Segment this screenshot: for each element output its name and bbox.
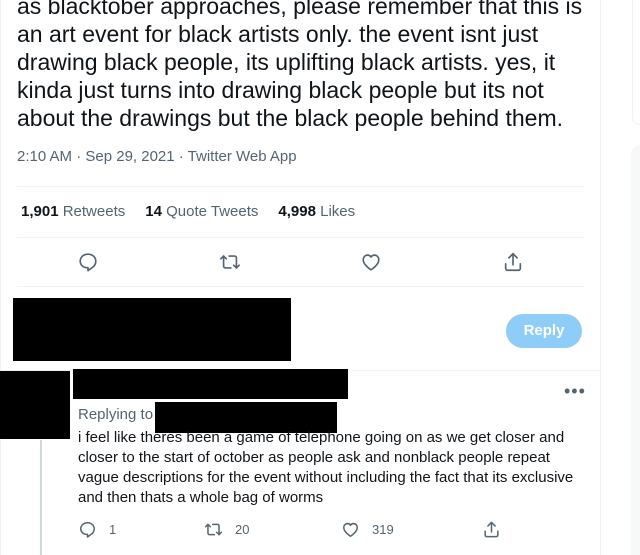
retweets-label: Retweets: [62, 203, 126, 220]
like-count: 319: [372, 521, 394, 537]
reply-icon[interactable]: [77, 251, 101, 275]
like-icon[interactable]: [360, 251, 384, 275]
likes-label: Likes: [320, 203, 356, 220]
reply-tweet-actions: 1 20 319: [0, 519, 600, 541]
reply-tweet-text: i feel like theres been a game of teleph…: [78, 429, 574, 506]
retweet-icon: [204, 523, 223, 535]
divider: [17, 237, 584, 238]
like-icon: [343, 522, 358, 537]
divider: [17, 286, 584, 287]
likes-stat[interactable]: 4,998 Likes: [278, 203, 355, 220]
sidebar-card: [632, 0, 640, 125]
reply-action[interactable]: 1: [78, 519, 116, 539]
retweet-count: 20: [235, 521, 250, 537]
retweet-icon[interactable]: [219, 251, 243, 275]
reply-count: 1: [109, 521, 117, 537]
reply-icon: [80, 521, 95, 538]
sidebar-card: [631, 145, 640, 555]
tweet-stats: 1,901 Retweets 14 Quote Tweets 4,998 Lik…: [21, 203, 375, 220]
retweets-count: 1,901: [21, 203, 59, 220]
quote-tweets-stat[interactable]: 14 Quote Tweets: [145, 203, 258, 220]
likes-count: 4,998: [278, 203, 316, 220]
redaction-box: [73, 369, 348, 399]
divider: [17, 186, 584, 187]
share-icon: [484, 521, 499, 537]
tweet-actions: [0, 251, 600, 275]
retweet-action[interactable]: 20: [204, 519, 249, 539]
timeline-right-border: [600, 0, 601, 555]
like-action[interactable]: 319: [341, 519, 394, 539]
reply-button[interactable]: Reply: [506, 314, 582, 348]
quotes-count: 14: [145, 203, 162, 220]
timeline-left-border: [0, 0, 1, 555]
share-action[interactable]: [482, 519, 513, 539]
tweet-text: as blacktober approaches, please remembe…: [17, 0, 583, 131]
retweets-stat[interactable]: 1,901 Retweets: [21, 203, 125, 220]
quotes-label: Quote Tweets: [166, 203, 259, 220]
redaction-box: [0, 371, 70, 439]
more-options-icon[interactable]: •••: [564, 382, 585, 404]
replying-to-label: Replying to: [78, 406, 154, 423]
share-icon[interactable]: [502, 251, 526, 275]
tweet-timestamp[interactable]: 2:10 AM · Sep 29, 2021 · Twitter Web App: [17, 148, 297, 165]
redaction-box: [13, 298, 291, 361]
